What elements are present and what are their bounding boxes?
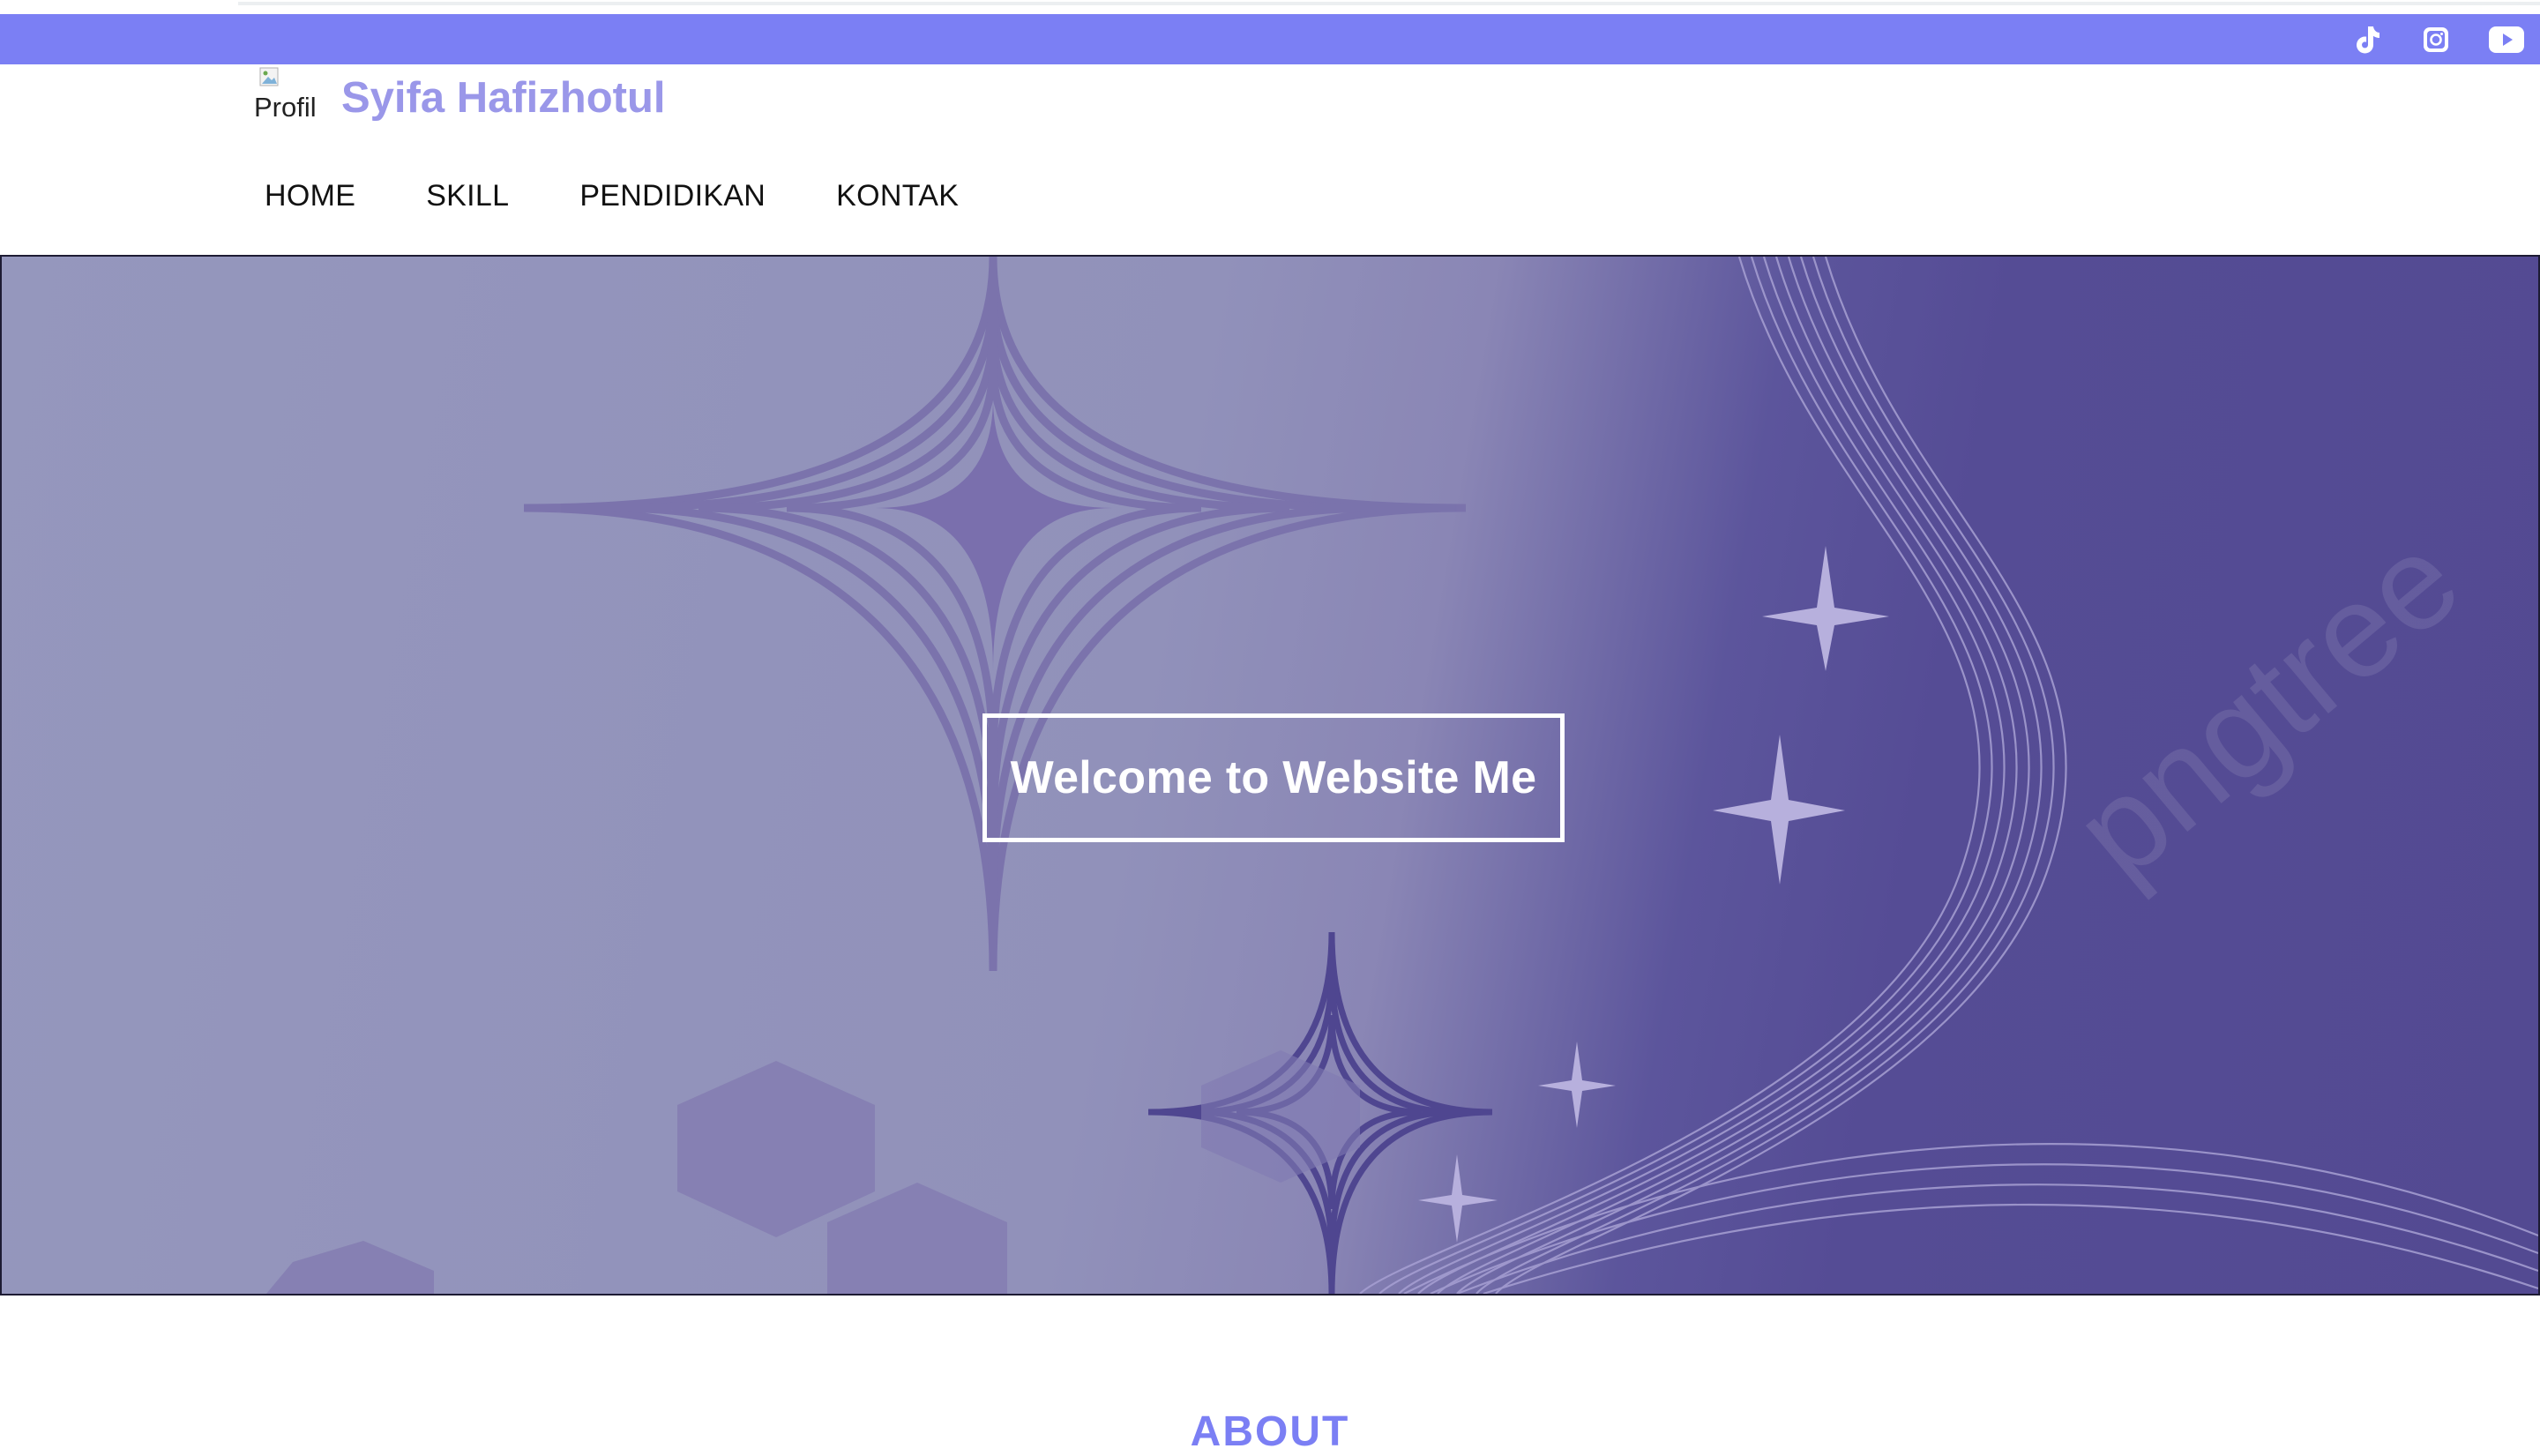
tiktok-icon	[2357, 26, 2379, 53]
nav-skill[interactable]: SKILL	[426, 179, 509, 213]
broken-image-icon	[259, 67, 279, 86]
about-heading: ABOUT	[1190, 1408, 1350, 1455]
instagram-icon	[2424, 26, 2448, 52]
welcome-box: Welcome to Website Me	[982, 713, 1565, 842]
social-topbar	[0, 14, 2540, 64]
profile-image-alt: Profil	[254, 92, 317, 123]
youtube-icon	[2489, 26, 2524, 53]
instagram-link[interactable]	[2417, 14, 2455, 64]
top-strip-line	[238, 2, 2540, 5]
site-title[interactable]: Syifa Hafizhotul	[341, 73, 666, 123]
nav-kontak[interactable]: KONTAK	[836, 179, 959, 213]
nav-pendidikan[interactable]: PENDIDIKAN	[579, 179, 766, 213]
browser-top-strip	[0, 0, 2540, 14]
hero-banner: pngtree Welcome to Website Me	[0, 255, 2540, 1295]
site-header: Profil Syifa Hafizhotul HOME SKILL PENDI…	[0, 64, 2540, 255]
main-nav: HOME SKILL PENDIDIKAN KONTAK	[265, 179, 1029, 213]
profile-image: Profil	[254, 67, 319, 127]
nav-home[interactable]: HOME	[265, 179, 355, 213]
welcome-heading: Welcome to Website Me	[1010, 752, 1537, 803]
youtube-link[interactable]	[2485, 14, 2528, 64]
watermark-text: pngtree	[2047, 504, 2486, 907]
tiktok-link[interactable]	[2350, 14, 2385, 64]
